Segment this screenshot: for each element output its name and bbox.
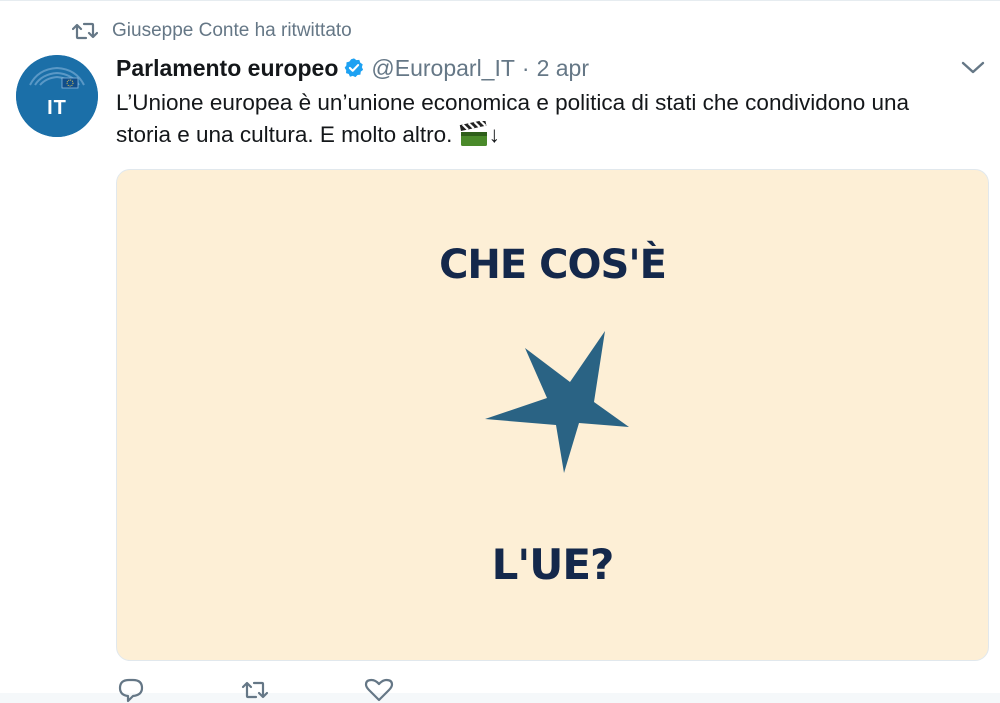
- tweet-header: Parlamento europeo @Europarl_IT · 2 apr: [116, 53, 589, 83]
- tweet-text: L’Unione europea è un’unione economica e…: [116, 87, 988, 151]
- avatar-label: IT: [47, 97, 67, 119]
- retweet-action-icon: [241, 681, 269, 699]
- tweet-text-arrow: ↓: [488, 122, 500, 147]
- reply-icon: [118, 678, 144, 703]
- author-username[interactable]: @Europarl_IT: [371, 55, 515, 82]
- retweet-context-text[interactable]: Giuseppe Conte ha ritwittato: [112, 20, 352, 42]
- verified-badge-icon: [345, 58, 364, 78]
- avatar[interactable]: IT: [16, 55, 98, 137]
- tweet-text-line2: storia e una cultura. E molto altro.: [116, 122, 453, 147]
- chevron-down-icon[interactable]: [960, 59, 986, 77]
- parliament-logo-icon: [16, 55, 98, 137]
- tweet-media[interactable]: CHE COS'È L'UE?: [116, 169, 989, 661]
- tweet-text-line1: L’Unione europea è un’unione economica e…: [116, 90, 910, 115]
- tweet-timestamp[interactable]: 2 apr: [537, 55, 589, 82]
- media-subtitle: L'UE?: [491, 540, 615, 589]
- clapper-board-icon: [459, 121, 487, 146]
- like-button[interactable]: [364, 677, 410, 703]
- retweet-context: Giuseppe Conte ha ritwittato: [72, 19, 352, 43]
- retweet-icon: [72, 22, 98, 40]
- media-title: CHE COS'È: [439, 242, 667, 288]
- tweet-actions: [116, 677, 488, 703]
- heart-icon: [364, 678, 394, 702]
- star-icon: [485, 331, 629, 473]
- tweet[interactable]: Giuseppe Conte ha ritwittato IT Parlamen…: [0, 0, 1000, 703]
- author-fullname[interactable]: Parlamento europeo: [116, 55, 338, 82]
- header-separator: ·: [521, 54, 530, 81]
- reply-button[interactable]: [116, 677, 162, 703]
- retweet-button[interactable]: [240, 677, 286, 703]
